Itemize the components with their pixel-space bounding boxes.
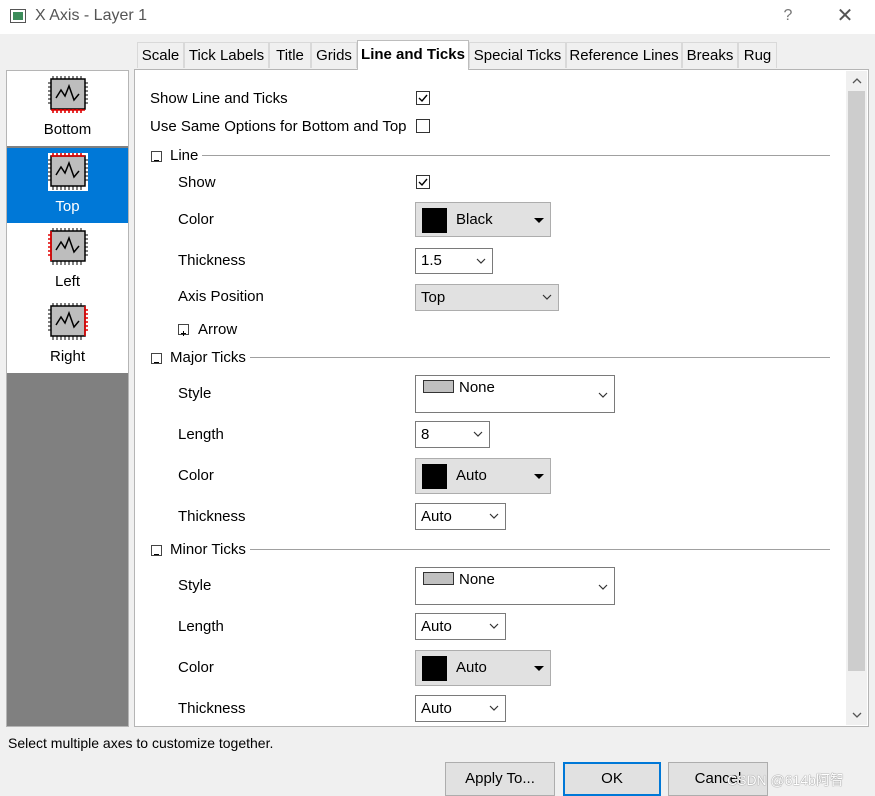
status-text: Select multiple axes to customize togeth… <box>8 735 274 751</box>
major-ticks-header: Major Ticks <box>170 349 246 366</box>
chevron-down-icon <box>476 249 486 273</box>
tab-special-ticks[interactable]: Special Ticks <box>469 42 566 68</box>
major-thickness-combo[interactable]: Auto <box>415 503 506 530</box>
color-swatch <box>422 464 447 489</box>
dropdown-arrow-icon <box>534 218 544 223</box>
dropdown-arrow-icon <box>534 666 544 671</box>
minor-style-value: None <box>459 571 495 588</box>
line-show-label: Show <box>178 174 216 191</box>
minor-thickness-label: Thickness <box>178 700 246 717</box>
axis-position-value: Top <box>421 289 446 306</box>
line-thickness-label: Thickness <box>178 252 246 269</box>
line-thickness-value: 1.5 <box>421 252 442 269</box>
color-swatch <box>422 656 447 681</box>
top-axis-icon <box>48 153 88 191</box>
help-button[interactable]: ? <box>778 4 798 28</box>
tab-rug[interactable]: Rug <box>738 42 777 68</box>
minor-color-value: Auto <box>456 659 487 676</box>
chevron-down-icon <box>489 504 499 529</box>
major-length-value: 8 <box>421 426 430 443</box>
scrollbar-thumb[interactable] <box>848 91 865 671</box>
minor-color-label: Color <box>178 659 214 676</box>
chevron-down-icon <box>598 576 608 612</box>
tab-tick-labels[interactable]: Tick Labels <box>184 42 269 68</box>
same-options-label: Use Same Options for Bottom and Top <box>150 118 407 135</box>
minor-length-combo[interactable]: Auto <box>415 613 506 640</box>
axis-item-top[interactable]: Top <box>7 148 128 223</box>
line-thickness-combo[interactable]: 1.5 <box>415 248 493 274</box>
minor-ticks-collapse-icon[interactable] <box>151 545 162 556</box>
tab-breaks[interactable]: Breaks <box>682 42 738 68</box>
right-axis-icon <box>48 303 88 341</box>
major-color-dropdown[interactable]: Auto <box>415 458 551 494</box>
line-section-header: Line <box>170 147 199 164</box>
window-title: X Axis - Layer 1 <box>35 7 148 24</box>
axis-position-dropdown[interactable]: Top <box>415 284 559 311</box>
ok-button[interactable]: OK <box>563 762 661 796</box>
line-color-label: Color <box>178 211 214 228</box>
axis-label-bottom: Bottom <box>43 121 92 138</box>
axis-item-left[interactable]: Left <box>7 223 128 298</box>
tab-grids[interactable]: Grids <box>311 42 357 68</box>
arrow-expand-icon[interactable] <box>178 324 189 336</box>
minor-thickness-value: Auto <box>421 700 452 717</box>
minor-length-value: Auto <box>421 618 452 635</box>
line-color-dropdown[interactable]: Black <box>415 202 551 237</box>
axis-label-top: Top <box>55 198 80 215</box>
arrow-label: Arrow <box>198 321 238 338</box>
chevron-down-icon <box>489 696 499 721</box>
minor-length-label: Length <box>178 618 224 635</box>
chevron-down-icon <box>542 285 552 310</box>
major-style-combo[interactable]: None <box>415 375 615 413</box>
line-color-value: Black <box>456 211 493 228</box>
left-axis-icon <box>48 228 88 266</box>
major-color-value: Auto <box>456 467 487 484</box>
line-divider <box>202 155 830 156</box>
tab-line-and-ticks[interactable]: Line and Ticks <box>357 40 469 70</box>
dropdown-arrow-icon <box>534 474 544 479</box>
major-length-label: Length <box>178 426 224 443</box>
major-ticks-divider <box>250 357 830 358</box>
axis-label-left: Left <box>54 273 81 290</box>
bottom-axis-icon <box>48 76 88 114</box>
tick-style-swatch <box>423 380 454 393</box>
major-style-value: None <box>459 379 495 396</box>
chevron-down-icon <box>598 384 608 420</box>
minor-style-label: Style <box>178 577 212 594</box>
tab-scale[interactable]: Scale <box>137 42 184 68</box>
major-thickness-value: Auto <box>421 508 452 525</box>
axis-position-label: Axis Position <box>178 288 264 305</box>
axis-item-right[interactable]: Right <box>7 298 128 373</box>
watermark: CSDN @614b阿智 <box>727 772 844 788</box>
minor-color-dropdown[interactable]: Auto <box>415 650 551 686</box>
scroll-down-icon[interactable] <box>846 705 867 725</box>
tab-title[interactable]: Title <box>269 42 311 68</box>
color-swatch <box>422 208 447 233</box>
major-ticks-collapse-icon[interactable] <box>151 353 162 364</box>
axis-item-bottom[interactable]: Bottom <box>7 71 128 146</box>
chevron-down-icon <box>473 422 483 447</box>
major-length-combo[interactable]: 8 <box>415 421 490 448</box>
apply-to-button[interactable]: Apply To... <box>445 762 555 796</box>
minor-thickness-combo[interactable]: Auto <box>415 695 506 722</box>
close-icon[interactable]: ✕ <box>832 4 858 28</box>
axis-list: Bottom Top Left Right <box>6 70 129 727</box>
same-options-checkbox[interactable] <box>416 119 430 133</box>
major-style-label: Style <box>178 385 212 402</box>
show-line-ticks-checkbox[interactable] <box>416 91 430 105</box>
major-thickness-label: Thickness <box>178 508 246 525</box>
app-icon <box>10 9 26 23</box>
chevron-down-icon <box>489 614 499 639</box>
scroll-up-icon[interactable] <box>846 71 867 91</box>
minor-style-combo[interactable]: None <box>415 567 615 605</box>
major-color-label: Color <box>178 467 214 484</box>
tab-reference-lines[interactable]: Reference Lines <box>566 42 682 68</box>
minor-ticks-divider <box>250 549 830 550</box>
show-line-ticks-label: Show Line and Ticks <box>150 90 288 107</box>
minor-ticks-header: Minor Ticks <box>170 541 246 558</box>
axis-label-right: Right <box>49 348 86 365</box>
line-collapse-icon[interactable] <box>151 151 162 162</box>
line-show-checkbox[interactable] <box>416 175 430 189</box>
tick-style-swatch <box>423 572 454 585</box>
